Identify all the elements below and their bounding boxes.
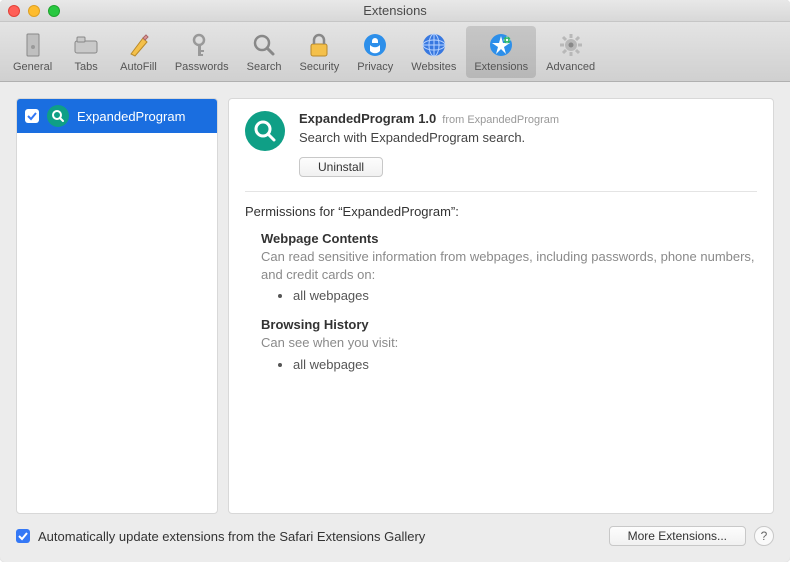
tab-extensions[interactable]: Extensions: [466, 26, 536, 78]
window-title: Extensions: [363, 3, 427, 18]
tab-general[interactable]: General: [5, 26, 60, 78]
detail-description: Search with ExpandedProgram search.: [299, 130, 757, 145]
permission-list-item: all webpages: [293, 288, 757, 303]
tab-privacy[interactable]: Privacy: [349, 26, 401, 78]
permissions-title: Permissions for “ExpandedProgram”:: [245, 204, 757, 219]
minimize-window-button[interactable]: [28, 5, 40, 17]
privacy-icon: [361, 31, 389, 59]
detail-name: ExpandedProgram 1.0: [299, 111, 436, 126]
tab-search[interactable]: Search: [239, 26, 290, 78]
titlebar: Extensions: [0, 0, 790, 22]
permission-list: all webpages: [293, 357, 757, 372]
websites-icon: [420, 31, 448, 59]
auto-update-label: Automatically update extensions from the…: [38, 529, 601, 544]
tabs-icon: [72, 31, 100, 59]
extension-icon-large: [245, 111, 285, 151]
tab-tabs[interactable]: Tabs: [62, 26, 110, 78]
search-icon: [250, 31, 278, 59]
traffic-lights: [8, 5, 60, 17]
detail-header: ExpandedProgram 1.0 from ExpandedProgram…: [245, 111, 757, 192]
permission-description: Can see when you visit:: [261, 334, 757, 352]
tab-label: Tabs: [75, 61, 98, 73]
tab-label: Websites: [411, 61, 456, 73]
tab-label: Advanced: [546, 61, 595, 73]
general-icon: [19, 31, 47, 59]
tab-advanced[interactable]: Advanced: [538, 26, 603, 78]
permission-section-webpage-contents: Webpage Contents Can read sensitive info…: [261, 231, 757, 303]
tab-label: Search: [247, 61, 282, 73]
extensions-icon: [487, 31, 515, 59]
permission-section-browsing-history: Browsing History Can see when you visit:…: [261, 317, 757, 371]
content-area: ExpandedProgram ExpandedProgram 1.0 from…: [0, 82, 790, 562]
extension-enable-checkbox[interactable]: [25, 109, 39, 123]
tab-label: AutoFill: [120, 61, 157, 73]
tab-security[interactable]: Security: [291, 26, 347, 78]
permission-list-item: all webpages: [293, 357, 757, 372]
sidebar-item-expandedprogram[interactable]: ExpandedProgram: [17, 99, 217, 133]
tab-autofill[interactable]: AutoFill: [112, 26, 165, 78]
help-button[interactable]: ?: [754, 526, 774, 546]
uninstall-button[interactable]: Uninstall: [299, 157, 383, 177]
passwords-icon: [188, 31, 216, 59]
tab-label: Privacy: [357, 61, 393, 73]
extension-icon: [47, 105, 69, 127]
permission-description: Can read sensitive information from webp…: [261, 248, 757, 284]
detail-from-label: from ExpandedProgram: [442, 114, 559, 126]
security-icon: [305, 31, 333, 59]
tab-passwords[interactable]: Passwords: [167, 26, 237, 78]
tab-label: General: [13, 61, 52, 73]
tab-label: Security: [299, 61, 339, 73]
tab-label: Extensions: [474, 61, 528, 73]
autofill-icon: [124, 31, 152, 59]
permission-heading: Webpage Contents: [261, 231, 757, 246]
permission-heading: Browsing History: [261, 317, 757, 332]
footer: Automatically update extensions from the…: [16, 526, 774, 546]
extensions-sidebar: ExpandedProgram: [16, 98, 218, 514]
tab-label: Passwords: [175, 61, 229, 73]
tab-websites[interactable]: Websites: [403, 26, 464, 78]
extension-detail-panel: ExpandedProgram 1.0 from ExpandedProgram…: [228, 98, 774, 514]
advanced-icon: [557, 31, 585, 59]
permission-list: all webpages: [293, 288, 757, 303]
zoom-window-button[interactable]: [48, 5, 60, 17]
more-extensions-button[interactable]: More Extensions...: [609, 526, 746, 546]
auto-update-checkbox[interactable]: [16, 529, 30, 543]
preferences-window: Extensions General Tabs AutoFill Passwor…: [0, 0, 790, 562]
preferences-toolbar: General Tabs AutoFill Passwords Search: [0, 22, 790, 82]
extension-name-label: ExpandedProgram: [77, 109, 185, 124]
close-window-button[interactable]: [8, 5, 20, 17]
